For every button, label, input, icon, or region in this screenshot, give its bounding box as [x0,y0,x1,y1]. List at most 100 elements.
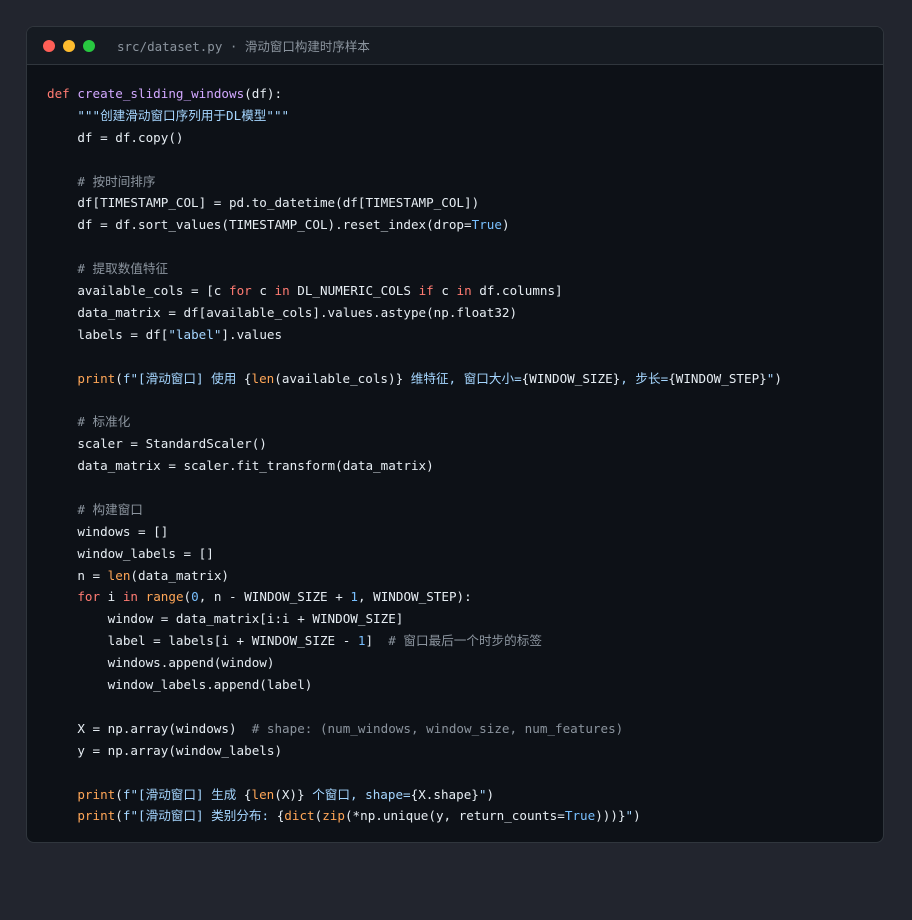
code-line: df = df.copy() [47,127,873,149]
code-token: c [251,283,275,299]
code-token: { [243,370,252,386]
code-token: 0 [191,589,199,605]
code-token: df[TIMESTAMP_COL] = pd.to_datetime(df[TI… [47,195,480,211]
code-token: (df): [244,86,283,101]
code-token: (data_matrix) [130,567,229,583]
code-token: c [433,283,457,299]
code-token: df = df.sort_values(TIMESTAMP_COL).reset… [47,217,472,233]
code-token: print [77,808,116,824]
code-token: , WINDOW_STEP): [357,589,472,605]
code-token: range [145,589,184,605]
code-token: ( [115,370,123,386]
code-token: # 构建窗口 [77,501,143,517]
code-token: window_labels = [] [47,545,214,561]
code-token: True [564,808,596,824]
code-token: print [77,786,116,802]
code-line: for i in range(0, n - WINDOW_SIZE + 1, W… [47,586,873,608]
code-token: data_matrix = df[available_cols].values.… [47,304,518,320]
code-token: " [625,808,634,824]
code-block[interactable]: def create_sliding_windows(df): """创建滑动窗… [47,83,873,827]
code-token: for [228,283,252,299]
code-line: window_labels = [] [47,543,873,565]
code-token: available_cols = [c [47,283,229,299]
code-token: # shape: (num_windows, window_size, num_… [251,720,624,736]
code-token: labels = df[ [47,326,169,342]
code-token: n = [47,567,108,583]
close-button[interactable] [43,39,55,52]
code-token: { [243,786,252,802]
code-token: f"[滑动窗口] 使用 [122,370,244,386]
code-token: True [471,217,502,233]
code-token: {X.shape} [410,786,479,802]
code-token: ( [183,589,192,605]
code-token: 1 [350,589,358,605]
code-token: (X)} [274,786,305,802]
code-token: in [122,589,139,605]
code-line: # 标准化 [47,411,873,433]
code-token: i [100,589,123,605]
code-token: # 标准化 [77,414,131,430]
code-token: # 按时间排序 [77,173,156,189]
code-line: df[TIMESTAMP_COL] = pd.to_datetime(df[TI… [47,192,873,214]
code-line: windows = [] [47,521,873,543]
code-token: len [251,370,275,386]
code-line: n = len(data_matrix) [47,565,873,587]
code-token: zip [322,808,345,824]
code-token: in [274,283,290,299]
code-line: print(f"[滑动窗口] 生成 {len(X)} 个窗口, shape={X… [47,784,873,806]
code-token: 维特征, 窗口大小= [403,370,522,386]
code-line: scaler = StandardScaler() [47,433,873,455]
code-line: X = np.array(windows) # shape: (num_wind… [47,718,873,740]
code-line: label = labels[i + WINDOW_SIZE - 1] # 窗口… [47,630,873,652]
code-line: df = df.sort_values(TIMESTAMP_COL).reset… [47,214,873,236]
code-line: data_matrix = scaler.fit_transform(data_… [47,455,873,477]
code-token: ) [486,786,495,802]
code-token: ) [633,808,641,824]
code-line: y = np.array(window_labels) [47,740,873,762]
code-token: , n - WINDOW_SIZE + [198,589,351,605]
code-token: {WINDOW_STEP} [668,370,767,386]
code-token: create_sliding_windows [77,86,245,101]
code-token: """创建滑动窗口序列用于DL模型""" [77,107,290,123]
code-line: print(f"[滑动窗口] 类别分布: {dict(zip(*np.uniqu… [47,805,873,827]
code-line: print(f"[滑动窗口] 使用 {len(available_cols)} … [47,368,873,390]
code-token: label = labels[i + WINDOW_SIZE - [47,633,358,649]
code-token: 个窗口, shape= [304,786,411,802]
code-token: window = data_matrix[i:i + WINDOW_SIZE] [47,611,404,627]
code-token: df = df.copy() [47,129,184,145]
code-window: src/dataset.py · 滑动窗口构建时序样本 def create_s… [26,26,884,843]
code-line: """创建滑动窗口序列用于DL模型""" [47,105,873,127]
minimize-button[interactable] [63,39,75,52]
code-token: len [107,567,131,583]
code-token: len [251,786,275,802]
code-token: "label" [168,326,222,342]
code-token: , 步长= [620,370,669,386]
code-token: X = np.array(windows) [47,720,252,736]
code-token: data_matrix = scaler.fit_transform(data_… [47,458,434,474]
code-token: {WINDOW_SIZE} [521,370,621,386]
code-token: (*np.unique(y, return_counts= [344,808,565,824]
code-line: # 构建窗口 [47,499,873,521]
code-token: scaler = StandardScaler() [47,436,267,452]
code-token: ) [774,370,782,386]
code-line: windows.append(window) [47,652,873,674]
maximize-button[interactable] [83,39,95,52]
code-token: print [77,370,116,386]
code-token: ].values [221,326,283,342]
code-line: available_cols = [c for c in DL_NUMERIC_… [47,280,873,302]
code-line: window_labels.append(label) [47,674,873,696]
code-token: DL_NUMERIC_COLS [289,283,419,299]
code-token: ( [115,808,123,824]
